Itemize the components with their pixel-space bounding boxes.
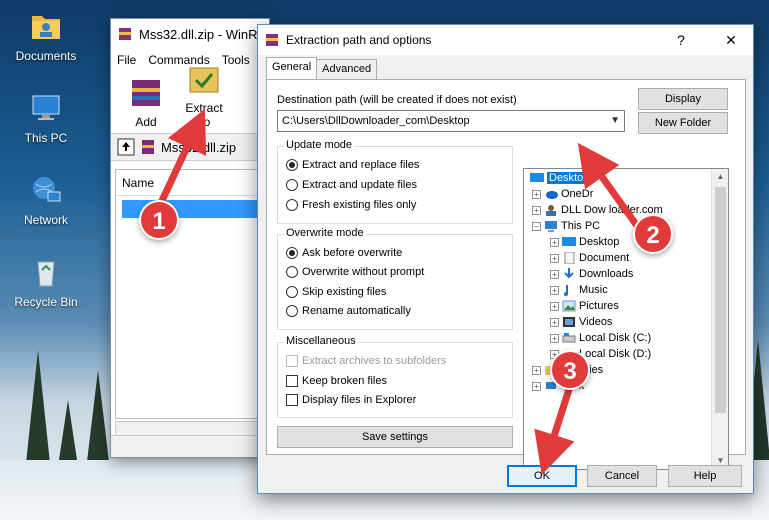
tab-general[interactable]: General [266, 57, 318, 79]
step-callout-3: 3 [550, 350, 590, 390]
tutorial-arrows [156, 108, 643, 476]
arrow-to-desktop [577, 142, 643, 233]
arrow-to-ok [534, 378, 576, 476]
step-callout-1: 1 [139, 200, 179, 240]
step-callout-2: 2 [633, 214, 673, 254]
arrow-to-extract-to [156, 108, 207, 207]
